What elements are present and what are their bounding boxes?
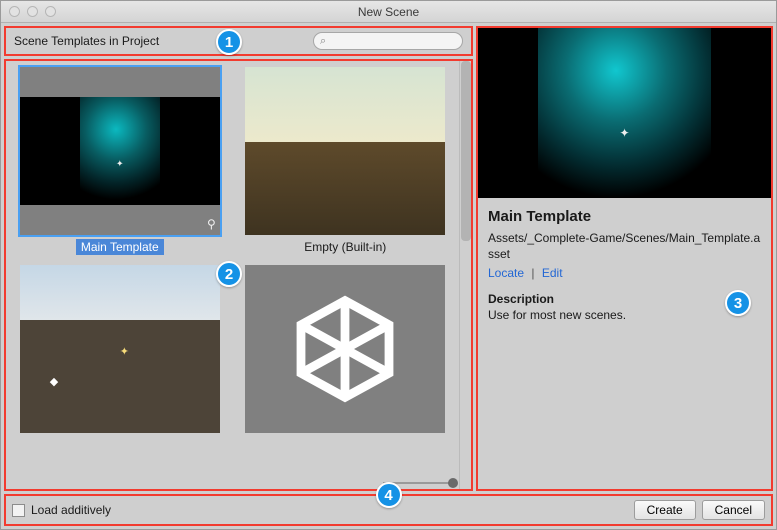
template-label xyxy=(340,437,350,439)
scrollbar-thumb[interactable] xyxy=(461,61,471,241)
create-button[interactable]: Create xyxy=(634,500,696,520)
footer-bar: Load additively Create Cancel 4 xyxy=(4,494,773,526)
search-icon: ⌕ xyxy=(320,35,326,48)
left-pane: Scene Templates in Project ⌕ 1 ✦ xyxy=(1,23,476,494)
search-bar-region: Scene Templates in Project ⌕ 1 xyxy=(4,26,473,56)
description-label: Description xyxy=(488,292,761,306)
template-preview: ✦ xyxy=(478,28,771,198)
template-grid-region: ✦ ⚲ Main Template Empty (Built-in) xyxy=(4,59,473,491)
ship-icon: ✦ xyxy=(116,159,124,170)
cancel-button[interactable]: Cancel xyxy=(702,500,765,520)
new-scene-window: New Scene Scene Templates in Project ⌕ 1 xyxy=(0,0,777,530)
load-additively-label: Load additively xyxy=(31,503,111,517)
grid-scrollbar[interactable] xyxy=(459,61,471,489)
template-item-unity[interactable] xyxy=(238,265,454,439)
callout-4: 4 xyxy=(376,482,402,508)
template-item-main[interactable]: ✦ ⚲ Main Template xyxy=(12,67,228,255)
search-field[interactable]: ⌕ xyxy=(313,32,463,50)
ship-icon: ✦ xyxy=(619,126,629,140)
details-pane: ✦ Main Template Assets/_Complete-Game/Sc… xyxy=(476,26,773,491)
callout-3: 3 xyxy=(725,290,751,316)
zoom-handle[interactable] xyxy=(448,478,458,488)
template-label: Main Template xyxy=(76,239,164,255)
edit-link[interactable]: Edit xyxy=(542,266,563,280)
search-input[interactable] xyxy=(329,35,456,47)
unity-logo-icon xyxy=(290,294,400,404)
pin-icon[interactable]: ⚲ xyxy=(207,217,216,231)
template-thumb[interactable] xyxy=(245,265,445,433)
callout-1: 1 xyxy=(216,29,242,55)
details-asset-path: Assets/_Complete-Game/Scenes/Main_Templa… xyxy=(488,231,761,262)
template-thumb[interactable]: ✦ ⚲ xyxy=(20,67,220,235)
section-label: Scene Templates in Project xyxy=(14,34,159,48)
link-separator: | xyxy=(531,266,534,280)
locate-link[interactable]: Locate xyxy=(488,266,524,280)
template-item-empty[interactable]: Empty (Built-in) xyxy=(238,67,454,255)
template-thumb[interactable]: ◆✦ xyxy=(20,265,220,433)
titlebar: New Scene xyxy=(1,1,776,23)
callout-2: 2 xyxy=(216,261,242,287)
details-title: Main Template xyxy=(488,208,761,225)
template-label xyxy=(115,437,125,439)
description-text: Use for most new scenes. xyxy=(488,308,761,322)
load-additively-checkbox[interactable] xyxy=(12,504,25,517)
window-title: New Scene xyxy=(1,5,776,19)
template-thumb[interactable] xyxy=(245,67,445,235)
template-item-basic[interactable]: ◆✦ xyxy=(12,265,228,439)
details-links: Locate | Edit xyxy=(488,266,761,280)
template-label: Empty (Built-in) xyxy=(299,239,391,255)
